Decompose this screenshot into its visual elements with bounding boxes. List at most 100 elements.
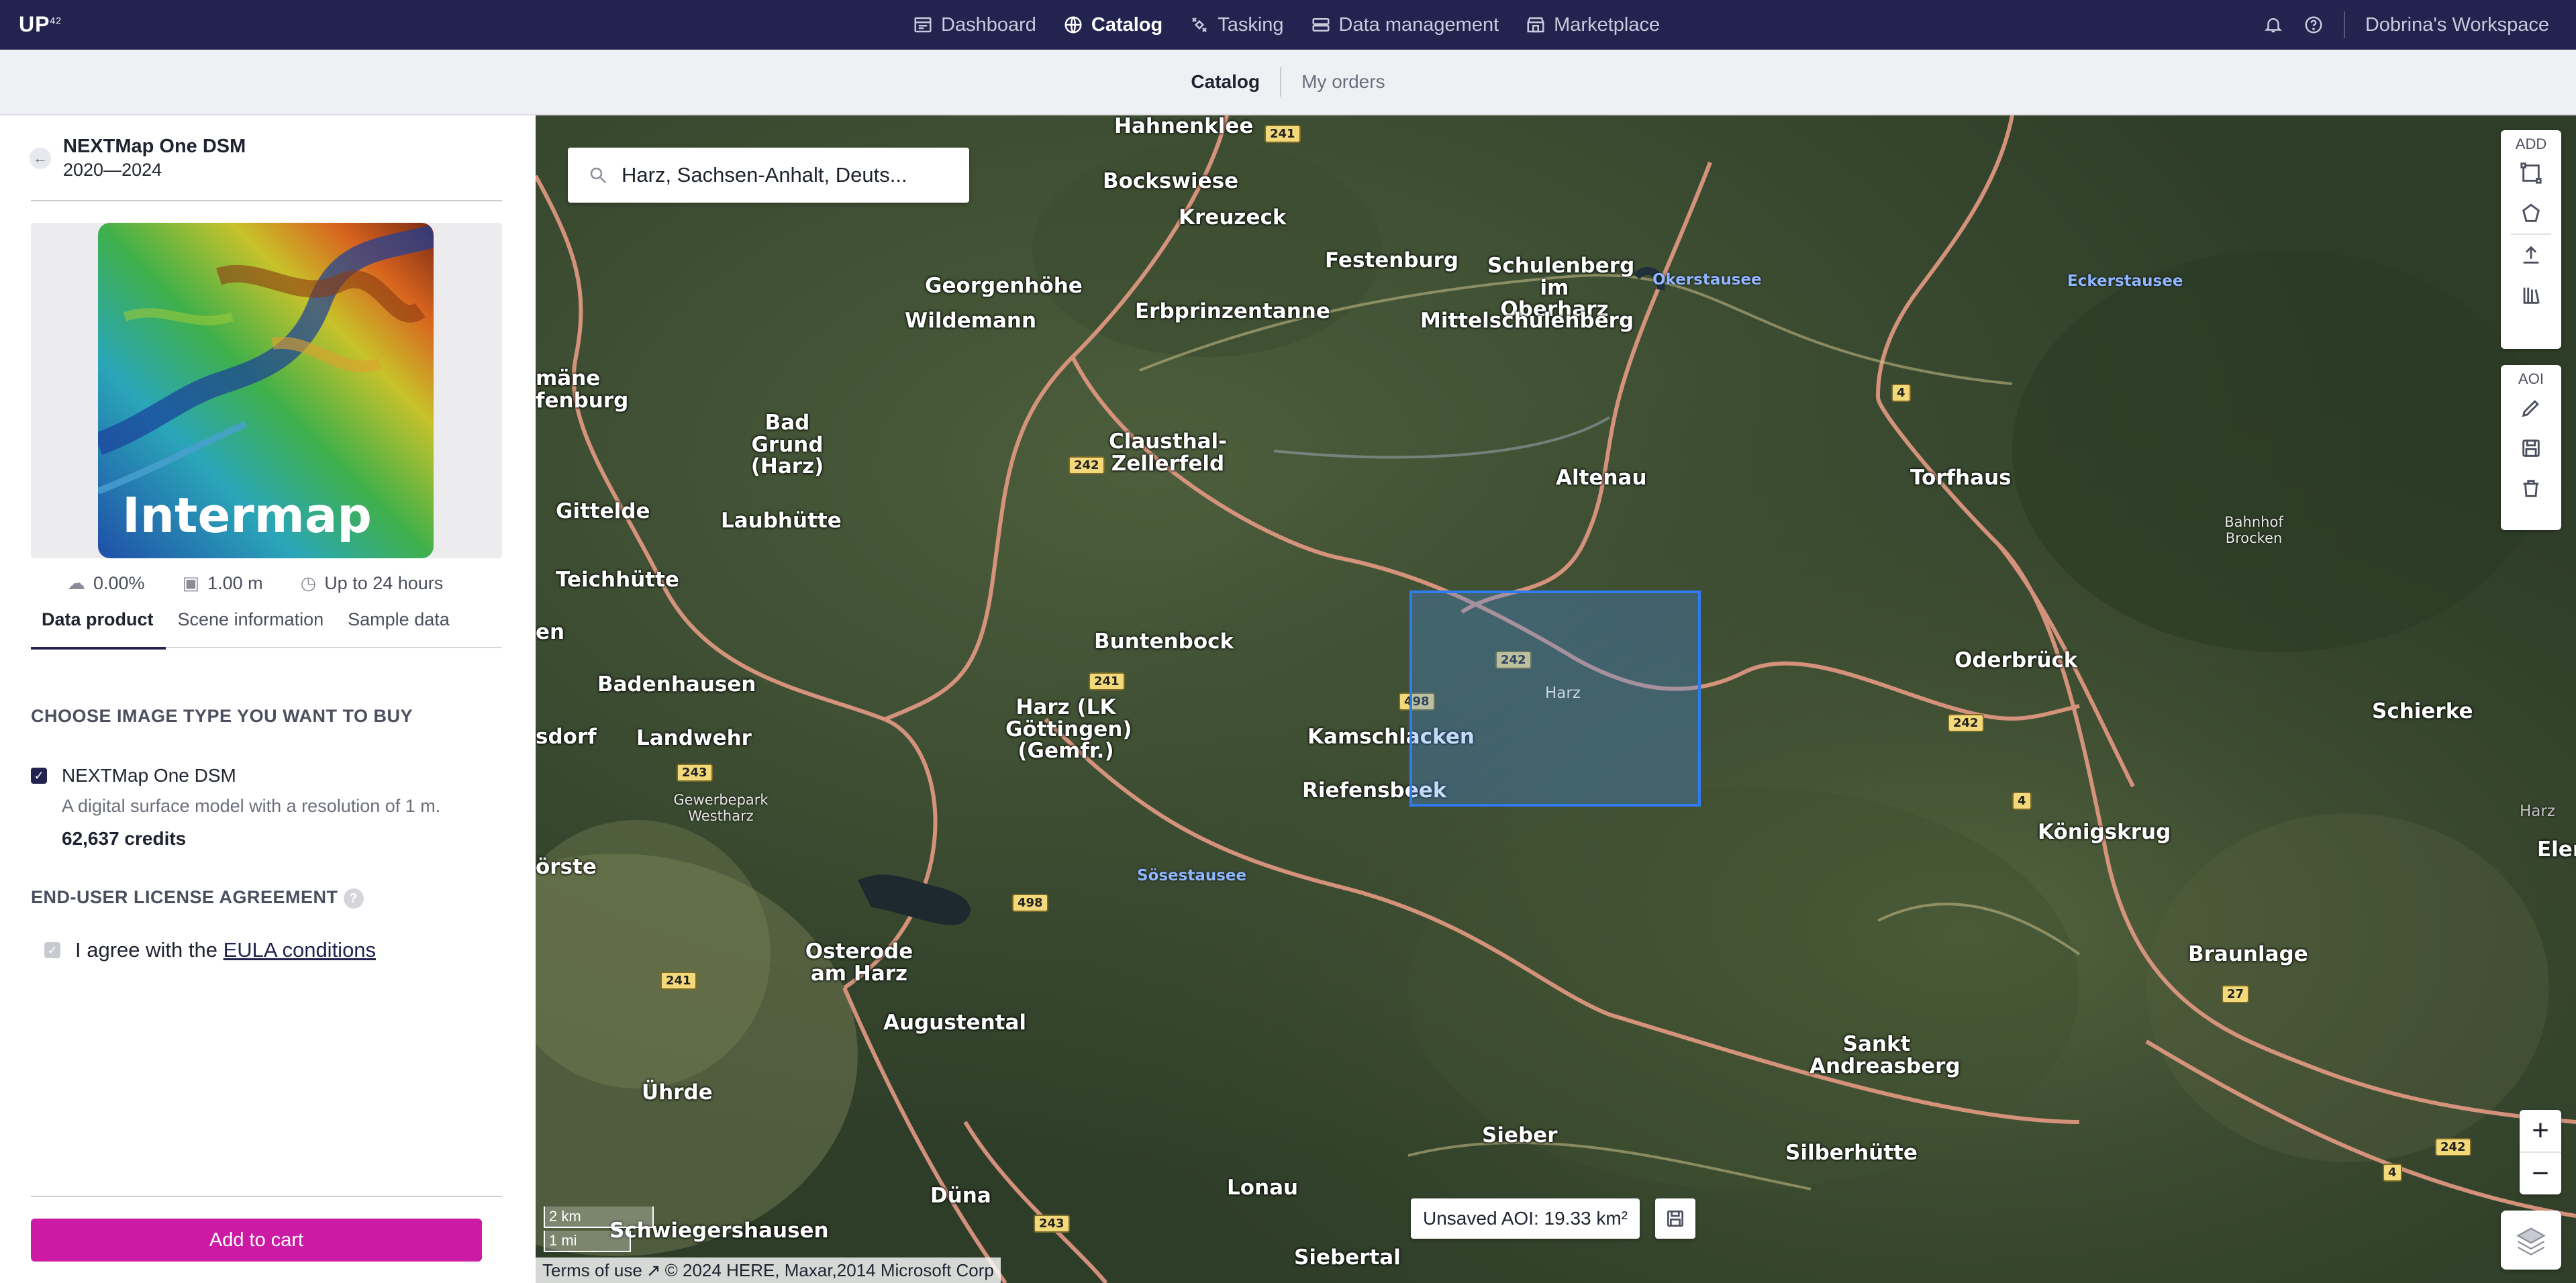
help-icon[interactable] (2303, 15, 2324, 35)
dashboard-icon (914, 17, 932, 33)
road-shield: 4 (1891, 384, 1911, 402)
nav-data-management[interactable]: Data management (1311, 14, 1499, 36)
library-button[interactable] (2511, 275, 2551, 315)
zoom-out-button[interactable]: − (2520, 1153, 2561, 1194)
map-label-buntenbock: Buntenbock (1094, 629, 1234, 654)
app-logo[interactable]: UP42 (19, 12, 62, 37)
draw-rectangle-button[interactable] (2511, 153, 2551, 193)
cloud-icon: ☁ (67, 573, 85, 593)
product-tabs: Data product Scene information Sample da… (31, 609, 502, 650)
map-label-badenhausen: Badenhausen (597, 672, 756, 697)
map-label-eckerstausee: Eckerstausee (2067, 272, 2183, 290)
bell-icon[interactable] (2263, 15, 2283, 35)
product-title: NEXTMap One DSM (63, 136, 246, 157)
save-aoi-badge-button[interactable] (1655, 1198, 1695, 1239)
attribution-text: © 2024 HERE, Maxar,2014 Microsoft Corp (664, 1260, 994, 1280)
product-image-container: Intermap (31, 223, 502, 558)
map-label-edge-2: sdorf (536, 725, 597, 749)
top-navbar: UP42 Dashboard Catalog Tasking Data mana… (0, 0, 2576, 50)
nav-catalog-label: Catalog (1091, 13, 1163, 36)
back-arrow-icon[interactable]: ← (30, 148, 51, 169)
map-label-sankt-andreasberg: Sankt Andreasberg (1810, 1032, 1961, 1078)
tab-sample-data[interactable]: Sample data (336, 609, 462, 648)
rectangle-icon (2520, 162, 2542, 184)
map-label-bahnhof-brocken: Bahnhof Brocken (2224, 514, 2283, 546)
save-icon (1667, 1211, 1683, 1227)
map-label-altenau: Altenau (1556, 466, 1647, 490)
map-label-clausthal-zellerfeld: Clausthal-Zellerfeld (1108, 429, 1228, 476)
road-shield: 4 (2012, 792, 2032, 810)
sub-navbar: Catalog My orders (0, 50, 2576, 115)
divider (31, 1196, 502, 1197)
upload-aoi-button[interactable] (2511, 235, 2551, 275)
edit-aoi-button[interactable] (2511, 388, 2551, 428)
intermap-watermark: Intermap (122, 487, 372, 544)
aoi-toolbar: AOI (2501, 365, 2561, 530)
terms-of-use-link[interactable]: Terms of use (542, 1260, 642, 1281)
scale-mi: 1 mi (544, 1231, 631, 1252)
map-label-georgenhoehe: Georgenhöhe (925, 274, 1083, 298)
tab-my-orders[interactable]: My orders (1281, 71, 1405, 93)
zoom-in-button[interactable]: + (2520, 1110, 2561, 1151)
map-label-schierke: Schierke (2372, 699, 2473, 723)
map-label-augustental: Augustental (883, 1011, 1027, 1035)
layers-button[interactable] (2501, 1211, 2561, 1270)
map-attribution: Terms of use ↗ © 2024 HERE, Maxar,2014 M… (536, 1258, 1001, 1283)
map-label-silberhuette: Silberhütte (1785, 1141, 1918, 1165)
aoi-area-label: Harz (1545, 684, 1581, 702)
road-shield: 243 (1034, 1215, 1070, 1233)
road-shield: 498 (1012, 894, 1048, 912)
main-nav: Dashboard Catalog Tasking Data managemen… (913, 0, 1660, 50)
layers-icon (2516, 1227, 2546, 1255)
add-to-cart-button[interactable]: Add to cart (31, 1219, 482, 1262)
globe-icon (1064, 16, 1082, 34)
map-label-uehrde: Ührde (642, 1080, 713, 1105)
map-label-soesestausee: Sösestausee (1137, 867, 1247, 884)
road-shield: 241 (1089, 672, 1125, 690)
satellite-icon (1192, 17, 1207, 32)
map-label-erbprinzentanne: Erbprinzentanne (1135, 299, 1330, 323)
draw-polygon-button[interactable] (2511, 193, 2551, 234)
polygon-icon (2522, 203, 2540, 222)
eula-checkbox[interactable]: ✓ (44, 942, 60, 958)
save-icon (2522, 440, 2540, 457)
clock-icon: ◷ (300, 573, 317, 593)
product-checkbox[interactable]: ✓ (31, 768, 47, 784)
tab-data-product[interactable]: Data product (31, 609, 166, 650)
map-label-gewerbepark: Gewerbepark Westharz (673, 792, 769, 824)
map-label-gittelde: Gittelde (556, 499, 650, 523)
map-label-siebertal: Siebertal (1294, 1245, 1401, 1270)
map-label-edge-4: en (536, 620, 565, 644)
product-thumbnail[interactable]: Intermap (98, 223, 434, 558)
nav-marketplace[interactable]: Marketplace (1526, 14, 1660, 36)
delete-aoi-button[interactable] (2511, 468, 2551, 509)
save-aoi-button[interactable] (2511, 428, 2551, 468)
help-icon[interactable]: ? (343, 888, 364, 909)
nav-tasking[interactable]: Tasking (1189, 13, 1284, 36)
store-icon (1527, 17, 1544, 33)
divider (31, 200, 502, 201)
nav-catalog[interactable]: Catalog (1063, 14, 1162, 36)
resolution: ▣ 1.00 m (182, 573, 263, 593)
map-view[interactable]: Hahnenklee Bockswiese Kreuzeck Georgenhö… (536, 115, 2576, 1283)
eula-link[interactable]: EULA conditions (224, 938, 376, 962)
map-label-elend: Elend (2537, 837, 2576, 862)
location-search-input[interactable]: Harz, Sachsen-Anhalt, Deuts... (568, 148, 969, 203)
map-label-edge-3: örste (536, 855, 597, 879)
tab-catalog[interactable]: Catalog (1171, 71, 1280, 93)
aoi-area-badge: Unsaved AOI: 19.33 km² (1411, 1198, 1640, 1239)
top-right-actions: Dobrina's Workspace (2263, 0, 2549, 50)
map-label-bad-grund: Bad Grund (Harz) (750, 411, 824, 479)
map-label-torfhaus: Torfhaus (1910, 466, 2012, 490)
add-toolbar: ADD (2501, 130, 2561, 349)
map-label-festenburg: Festenburg (1325, 248, 1459, 272)
nav-data-management-label: Data management (1338, 13, 1499, 36)
tab-scene-information[interactable]: Scene information (166, 609, 336, 648)
add-label: ADD (2515, 136, 2547, 152)
library-icon (2523, 287, 2540, 304)
nav-dashboard[interactable]: Dashboard (913, 14, 1036, 36)
workspace-name[interactable]: Dobrina's Workspace (2365, 14, 2549, 36)
nav-tasking-label: Tasking (1218, 13, 1284, 36)
image-icon: ▣ (182, 573, 200, 593)
map-label-lonau: Lonau (1227, 1176, 1299, 1200)
